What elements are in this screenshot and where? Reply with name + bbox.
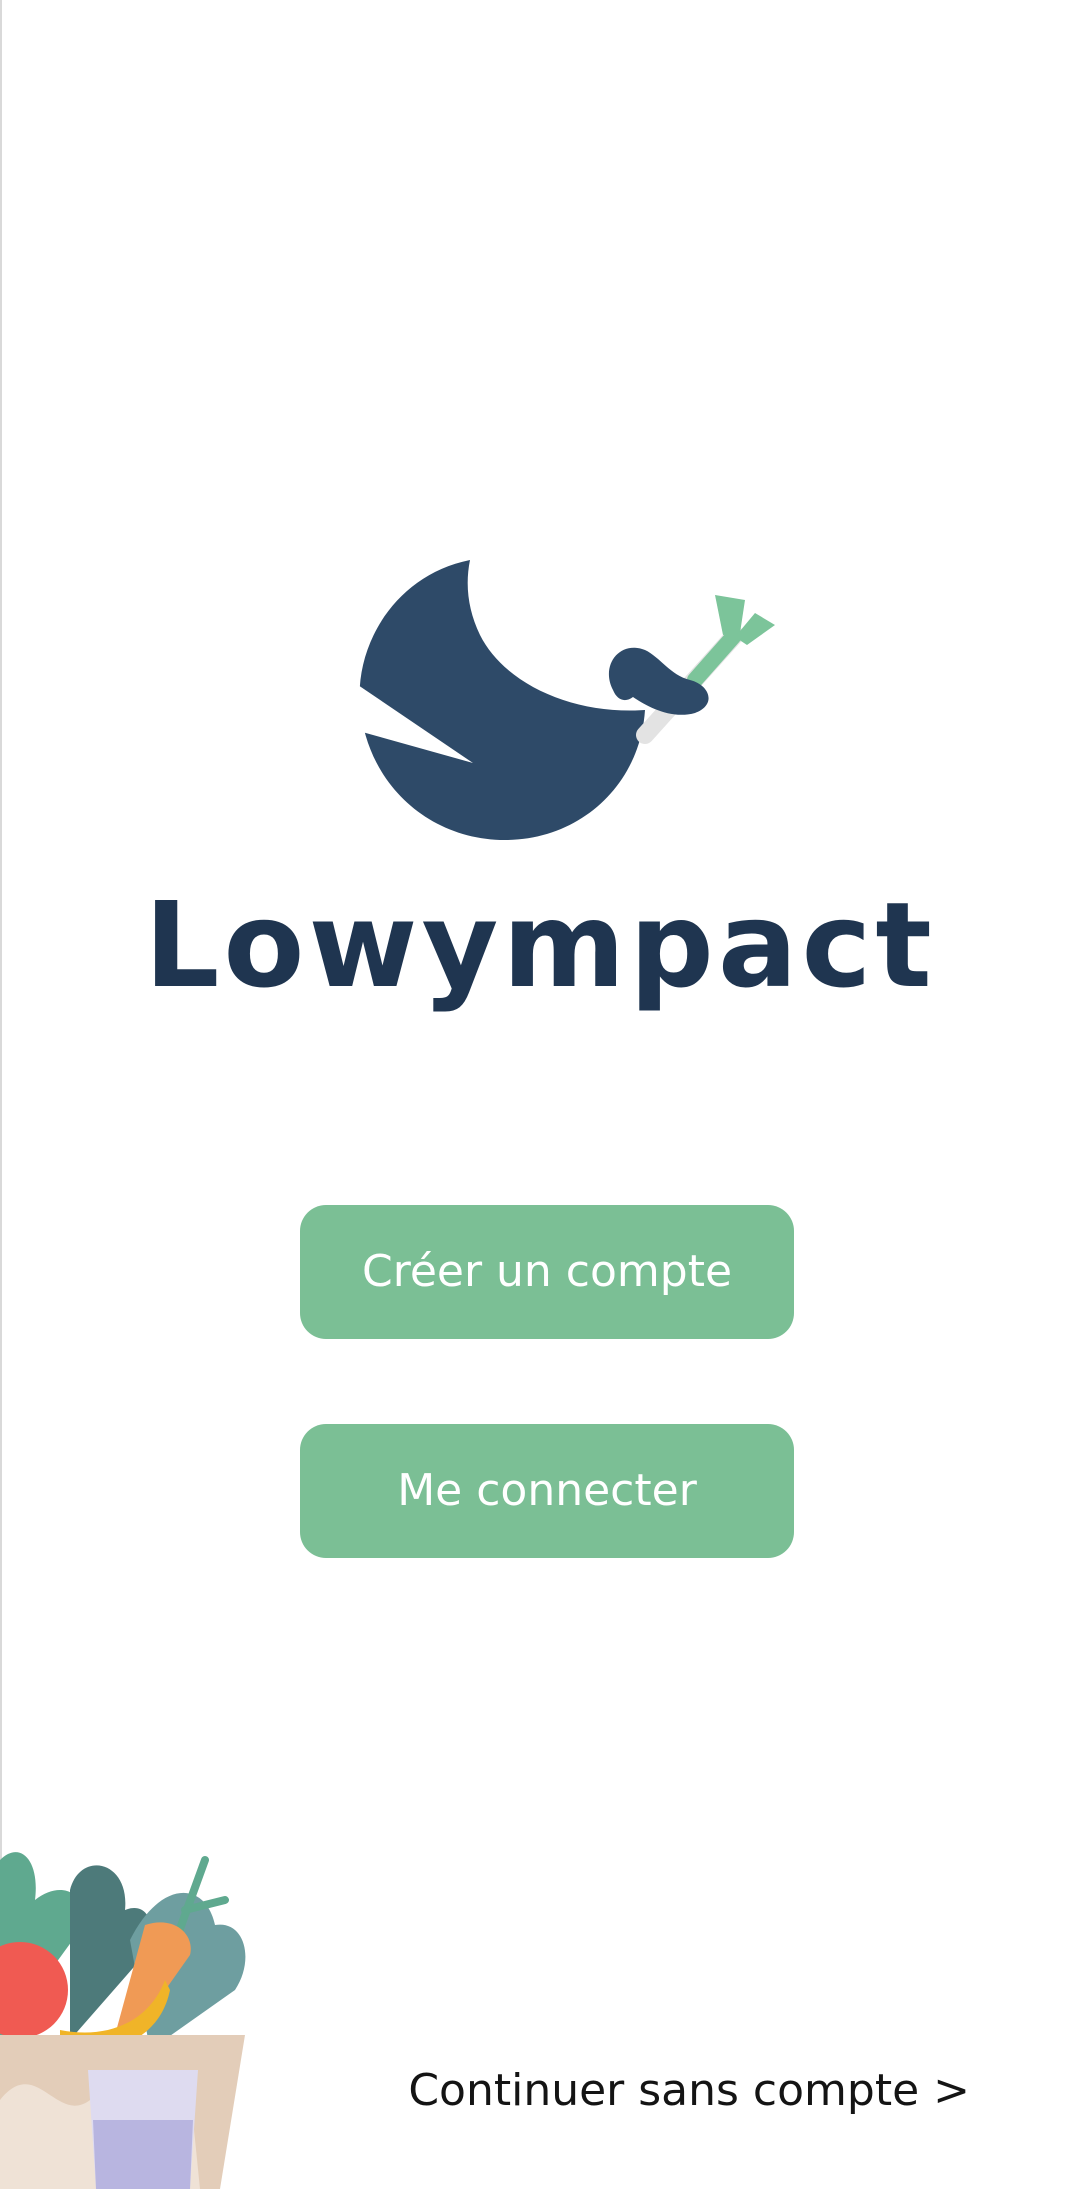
whale-tail <box>608 647 709 715</box>
create-account-button[interactable]: Créer un compte <box>300 1205 794 1339</box>
leek-green-stem <box>687 629 741 688</box>
whale-body <box>359 560 645 840</box>
grocery-bag-illustration-icon <box>0 1852 246 2189</box>
app-title: Lowympact <box>144 876 936 1014</box>
leek-leaf-1 <box>715 595 745 635</box>
login-button[interactable]: Me connecter <box>300 1424 794 1558</box>
whale-logo-icon <box>355 560 775 840</box>
continue-without-account-link[interactable]: Continuer sans compte > <box>408 2065 970 2117</box>
